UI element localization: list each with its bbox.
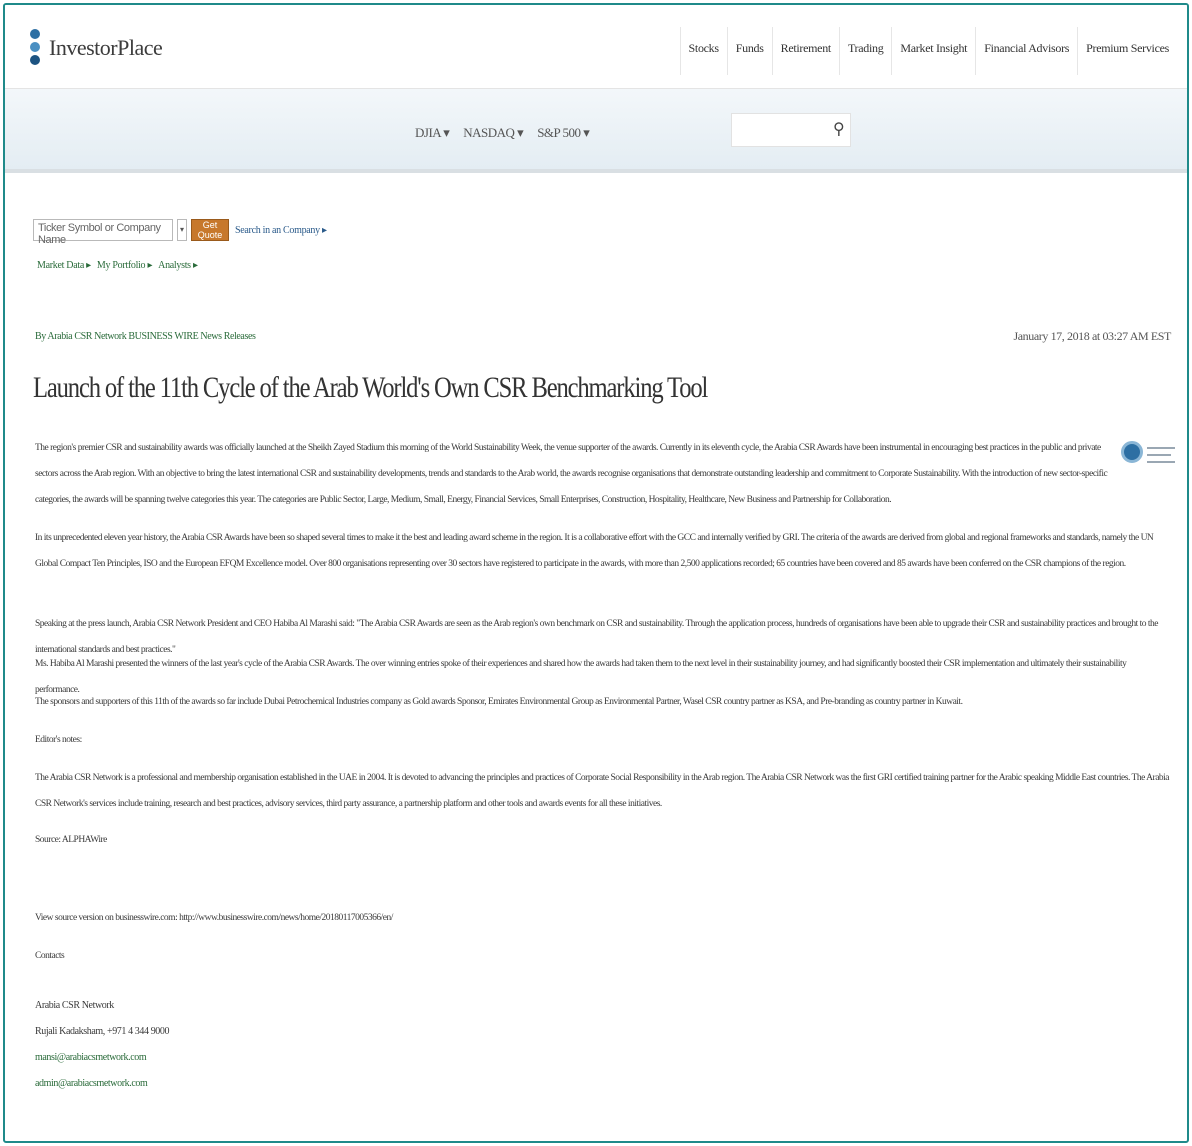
market-data-link[interactable]: Market Data ▸ — [37, 260, 91, 271]
article-paragraph-5: The sponsors and supporters of this 11th… — [35, 697, 963, 707]
contact-email-1[interactable]: mansi@arabiacsrnetwork.com — [35, 1045, 169, 1071]
article-paragraph-1: The region's premier CSR and sustainabil… — [35, 443, 1108, 505]
index-djia[interactable]: DJIA ▾ — [415, 125, 450, 141]
site-header: InvestorPlace Stocks Funds Retirement Tr… — [5, 5, 1187, 89]
award-logo-icon — [1121, 441, 1143, 463]
quote-dropdown[interactable]: ▾ — [177, 219, 187, 241]
article-byline[interactable]: By Arabia CSR Network BUSINESS WIRE News… — [35, 331, 256, 342]
contact-email-2[interactable]: admin@arabiacsrnetwork.com — [35, 1071, 169, 1097]
contact-person: Rujali Kadaksham, +971 4 344 9000 — [35, 1026, 170, 1037]
nav-item-financial-advisors[interactable]: Financial Advisors — [975, 27, 1077, 75]
quote-input[interactable]: Ticker Symbol or Company Name — [33, 219, 173, 246]
nav-item-stocks[interactable]: Stocks — [679, 27, 727, 75]
page-frame: InvestorPlace Stocks Funds Retirement Tr… — [3, 3, 1189, 1143]
logo-text: InvestorPlace — [49, 35, 163, 60]
nav-item-market-insight[interactable]: Market Insight — [891, 27, 975, 75]
quote-sub-links: Market Data ▸ My Portfolio ▸ Analysts ▸ — [37, 260, 198, 271]
nav-item-funds[interactable]: Funds — [726, 27, 772, 75]
contact-block: Arabia CSR Network Rujali Kadaksham, +97… — [35, 993, 169, 1097]
editors-notes-label: Editor's notes: — [35, 735, 82, 745]
company-search-link[interactable]: Search in an Company ▸ — [235, 225, 327, 236]
index-nasdaq[interactable]: NASDAQ ▾ — [463, 125, 523, 141]
quote-search: Ticker Symbol or Company Name ▾ Get Quot… — [33, 219, 327, 246]
logo-icon — [27, 29, 43, 67]
article-date: January 17, 2018 at 03:27 AM EST — [1013, 329, 1171, 343]
contacts-label: Contacts — [35, 951, 65, 961]
article-paragraph-about: The Arabia CSR Network is a professional… — [35, 773, 1170, 809]
source-version-line: View source version on businesswire.com:… — [35, 913, 393, 923]
market-indices: DJIA ▾ NASDAQ ▾ S&P 500 ▾ — [415, 125, 590, 141]
site-logo[interactable]: InvestorPlace — [27, 29, 163, 67]
analysts-link[interactable]: Analysts ▸ — [158, 260, 198, 271]
source-line: Source: ALPHAWire — [35, 835, 107, 845]
index-sp500[interactable]: S&P 500 ▾ — [537, 125, 590, 141]
market-strip: DJIA ▾ NASDAQ ▾ S&P 500 ▾ ⚲ — [5, 89, 1187, 173]
my-portfolio-link[interactable]: My Portfolio ▸ — [97, 260, 153, 271]
nav-item-retirement[interactable]: Retirement — [771, 27, 839, 75]
get-quote-button[interactable]: Get Quote — [191, 219, 229, 241]
article-paragraph-2: In its unprecedented eleven year history… — [35, 533, 1154, 569]
article-headline: Launch of the 11th Cycle of the Arab Wor… — [33, 371, 708, 404]
search-icon[interactable]: ⚲ — [833, 119, 845, 138]
nav-item-premium-services[interactable]: Premium Services — [1077, 27, 1177, 75]
nav-item-trading[interactable]: Trading — [838, 27, 891, 75]
main-nav: Stocks Funds Retirement Trading Market I… — [679, 27, 1177, 75]
contact-org: Arabia CSR Network — [35, 1000, 114, 1011]
award-logo — [1121, 441, 1177, 477]
